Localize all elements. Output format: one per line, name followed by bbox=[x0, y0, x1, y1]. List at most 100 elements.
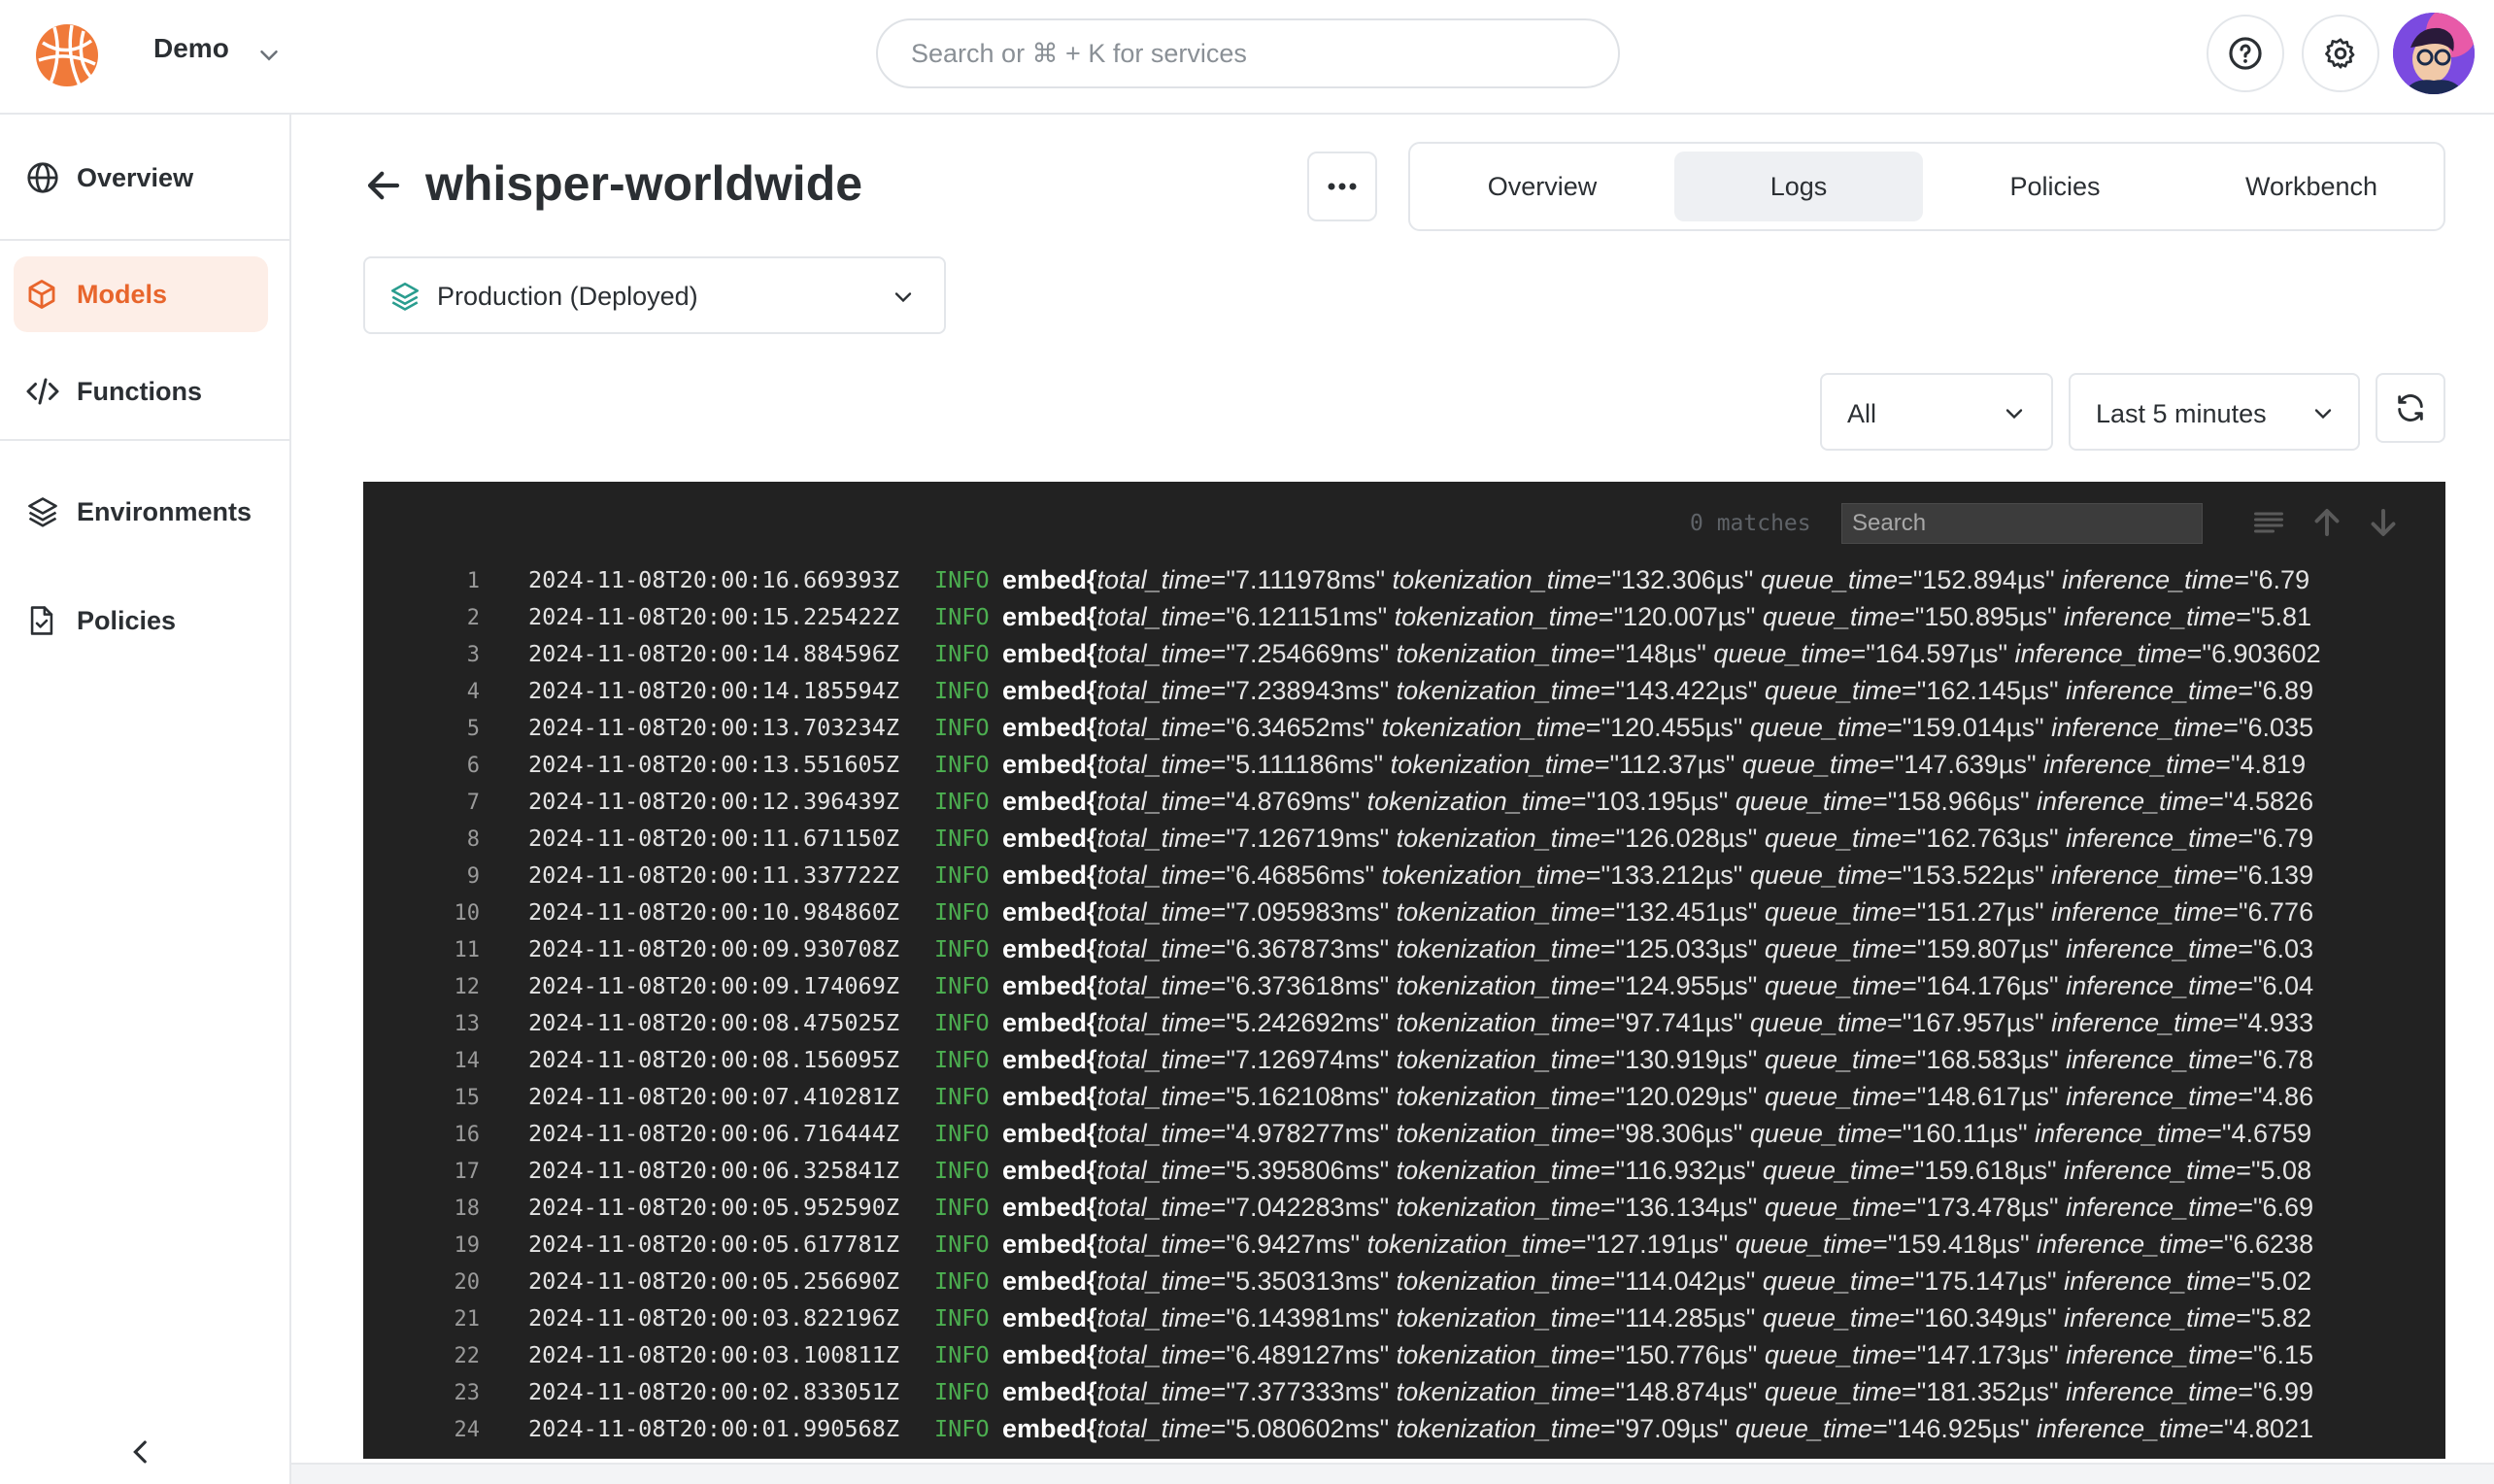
arrow-down-icon[interactable] bbox=[2366, 505, 2401, 540]
log-line: 10 2024-11-08T20:00:10.984860Z INFO embed{t… bbox=[363, 894, 2445, 930]
log-timestamp: 2024-11-08T20:00:05.256690Z bbox=[528, 1267, 900, 1295]
settings-button[interactable] bbox=[2302, 15, 2379, 92]
log-message: embed{total_time="6.143981ms" tokenizati… bbox=[1002, 1303, 2312, 1332]
log-line: 9 2024-11-08T20:00:11.337722Z INFO embed{to… bbox=[363, 857, 2445, 894]
help-button[interactable] bbox=[2207, 15, 2284, 92]
log-line-number: 1 bbox=[466, 569, 480, 593]
chevron-down-icon bbox=[2314, 409, 2332, 420]
app-logo-icon[interactable] bbox=[33, 21, 101, 89]
log-level: INFO bbox=[934, 972, 990, 999]
log-message: embed{total_time="6.489127ms" tokenizati… bbox=[1002, 1340, 2314, 1369]
sidebar-item-environments[interactable]: Environments bbox=[14, 474, 268, 550]
level-filter-value: All bbox=[1847, 399, 1877, 428]
bottom-scrollbar[interactable] bbox=[291, 1463, 2494, 1484]
log-line: 7 2024-11-08T20:00:12.396439Z INFO embed{to… bbox=[363, 783, 2445, 820]
workspace-name[interactable]: Demo bbox=[153, 33, 229, 64]
log-message: embed{total_time="6.367873ms" tokenizati… bbox=[1002, 934, 2314, 963]
log-line: 18 2024-11-08T20:00:05.952590Z INFO embed{t… bbox=[363, 1189, 2445, 1226]
page-tabs: Overview Logs Policies Workbench bbox=[1408, 142, 2445, 231]
log-timestamp: 2024-11-08T20:00:07.410281Z bbox=[528, 1083, 900, 1110]
log-timestamp: 2024-11-08T20:00:06.325841Z bbox=[528, 1157, 900, 1184]
log-message: embed{total_time="7.126719ms" tokenizati… bbox=[1002, 824, 2314, 853]
sidebar-item-functions[interactable]: Functions bbox=[14, 354, 268, 429]
sidebar-item-label: Models bbox=[77, 279, 168, 309]
match-count: 0 matches bbox=[1690, 511, 1811, 536]
chevron-down-icon[interactable] bbox=[254, 41, 284, 70]
collapse-sidebar-icon[interactable] bbox=[124, 1435, 157, 1468]
log-line-number: 2 bbox=[466, 606, 480, 630]
log-search[interactable] bbox=[1841, 503, 2203, 544]
ellipsis-icon bbox=[1328, 183, 1357, 190]
level-filter-select[interactable]: All bbox=[1820, 373, 2053, 451]
log-timestamp: 2024-11-08T20:00:05.617781Z bbox=[528, 1231, 900, 1258]
user-avatar[interactable] bbox=[2393, 13, 2475, 94]
log-timestamp: 2024-11-08T20:00:14.185594Z bbox=[528, 677, 900, 704]
log-level: INFO bbox=[934, 935, 990, 962]
log-message: embed{total_time="6.9427ms" tokenization… bbox=[1002, 1230, 2314, 1259]
tab-workbench[interactable]: Workbench bbox=[2187, 152, 2436, 221]
tab-policies[interactable]: Policies bbox=[1931, 152, 2179, 221]
log-viewer[interactable]: 0 matches 1 2024-11-08T20:00:16.669393Z IN… bbox=[363, 482, 2445, 1459]
log-timestamp: 2024-11-08T20:00:11.671150Z bbox=[528, 825, 900, 852]
log-level: INFO bbox=[934, 1157, 990, 1184]
log-timestamp: 2024-11-08T20:00:01.990568Z bbox=[528, 1415, 900, 1442]
log-line-number: 21 bbox=[454, 1307, 481, 1332]
log-line: 15 2024-11-08T20:00:07.410281Z INFO embed{t… bbox=[363, 1078, 2445, 1115]
log-message: embed{total_time="4.8769ms" tokenization… bbox=[1002, 787, 2314, 816]
log-message: embed{total_time="6.373618ms" tokenizati… bbox=[1002, 971, 2314, 1000]
global-search[interactable] bbox=[876, 18, 1620, 88]
log-timestamp: 2024-11-08T20:00:03.822196Z bbox=[528, 1304, 900, 1332]
back-arrow-icon[interactable] bbox=[363, 165, 404, 206]
log-line: 8 2024-11-08T20:00:11.671150Z INFO embed{to… bbox=[363, 820, 2445, 857]
arrow-up-icon[interactable] bbox=[2309, 505, 2344, 540]
log-line: 20 2024-11-08T20:00:05.256690Z INFO embed{t… bbox=[363, 1263, 2445, 1299]
log-level: INFO bbox=[934, 1415, 990, 1442]
log-timestamp: 2024-11-08T20:00:14.884596Z bbox=[528, 640, 900, 667]
log-message: embed{total_time="5.111186ms" tokenizati… bbox=[1002, 750, 2307, 779]
log-message: embed{total_time="5.350313ms" tokenizati… bbox=[1002, 1266, 2312, 1296]
log-message: embed{total_time="6.46856ms" tokenizatio… bbox=[1002, 860, 2314, 890]
search-input[interactable] bbox=[878, 20, 1618, 86]
log-message: embed{total_time="7.238943ms" tokenizati… bbox=[1002, 676, 2314, 705]
filter-lines-icon[interactable] bbox=[2251, 505, 2286, 540]
environment-select[interactable]: Production (Deployed) bbox=[363, 256, 946, 334]
log-timestamp: 2024-11-08T20:00:12.396439Z bbox=[528, 788, 900, 815]
tab-logs[interactable]: Logs bbox=[1674, 152, 1923, 221]
log-line-number: 12 bbox=[454, 975, 481, 999]
top-header: Demo bbox=[0, 0, 2494, 115]
log-timestamp: 2024-11-08T20:00:02.833051Z bbox=[528, 1378, 900, 1405]
log-line: 13 2024-11-08T20:00:08.475025Z INFO embed{t… bbox=[363, 1004, 2445, 1041]
log-line-number: 10 bbox=[454, 901, 481, 926]
log-line: 5 2024-11-08T20:00:13.703234Z INFO embed{to… bbox=[363, 709, 2445, 746]
more-options-button[interactable] bbox=[1307, 152, 1377, 221]
log-line: 19 2024-11-08T20:00:05.617781Z INFO embed{t… bbox=[363, 1226, 2445, 1263]
time-range-select[interactable]: Last 5 minutes bbox=[2069, 373, 2360, 451]
log-level: INFO bbox=[934, 1083, 990, 1110]
log-line-number: 19 bbox=[454, 1233, 481, 1258]
log-timestamp: 2024-11-08T20:00:13.551605Z bbox=[528, 751, 900, 778]
sidebar-item-overview[interactable]: Overview bbox=[14, 140, 268, 216]
log-search-input[interactable] bbox=[1842, 504, 2202, 543]
log-line-number: 18 bbox=[454, 1197, 481, 1221]
log-line-number: 24 bbox=[454, 1418, 481, 1442]
log-timestamp: 2024-11-08T20:00:08.475025Z bbox=[528, 1009, 900, 1036]
log-line: 12 2024-11-08T20:00:09.174069Z INFO embed{t… bbox=[363, 967, 2445, 1004]
sidebar-item-policies[interactable]: Policies bbox=[14, 583, 268, 658]
log-message: embed{total_time="7.111978ms" tokenizati… bbox=[1002, 565, 2310, 594]
log-line: 3 2024-11-08T20:00:14.884596Z INFO embed{to… bbox=[363, 635, 2445, 672]
log-message: embed{total_time="7.377333ms" tokenizati… bbox=[1002, 1377, 2314, 1406]
log-lines: 1 2024-11-08T20:00:16.669393Z INFO embed{to… bbox=[363, 561, 2445, 1447]
log-level: INFO bbox=[934, 714, 990, 741]
log-timestamp: 2024-11-08T20:00:11.337722Z bbox=[528, 861, 900, 889]
refresh-button[interactable] bbox=[2376, 373, 2445, 443]
log-timestamp: 2024-11-08T20:00:10.984860Z bbox=[528, 898, 900, 926]
chevron-down-icon bbox=[2005, 409, 2023, 420]
sidebar-item-models[interactable]: Models bbox=[14, 256, 268, 332]
tab-overview[interactable]: Overview bbox=[1418, 152, 1667, 221]
log-level: INFO bbox=[934, 1231, 990, 1258]
log-timestamp: 2024-11-08T20:00:05.952590Z bbox=[528, 1194, 900, 1221]
sidebar-item-label: Policies bbox=[77, 605, 177, 635]
log-level: INFO bbox=[934, 861, 990, 889]
log-level: INFO bbox=[934, 566, 990, 593]
log-line-number: 16 bbox=[454, 1123, 481, 1147]
